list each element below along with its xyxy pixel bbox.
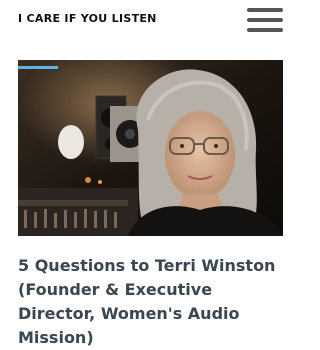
- studio-light: [18, 66, 58, 69]
- article-hero-image[interactable]: [18, 60, 283, 236]
- menu-bar-bottom: [247, 28, 283, 32]
- speaker-cone: [58, 125, 84, 159]
- hamburger-menu-icon[interactable]: [247, 8, 283, 32]
- menu-bar-middle: [247, 18, 283, 22]
- menu-bar-top: [247, 8, 283, 12]
- article-headline[interactable]: 5 Questions to Terri Winston (Founder & …: [18, 254, 288, 350]
- site-header: I CARE IF YOU LISTEN: [0, 0, 300, 40]
- site-title[interactable]: I CARE IF YOU LISTEN: [18, 12, 157, 25]
- face: [165, 111, 235, 199]
- portrait-photo: [18, 60, 283, 236]
